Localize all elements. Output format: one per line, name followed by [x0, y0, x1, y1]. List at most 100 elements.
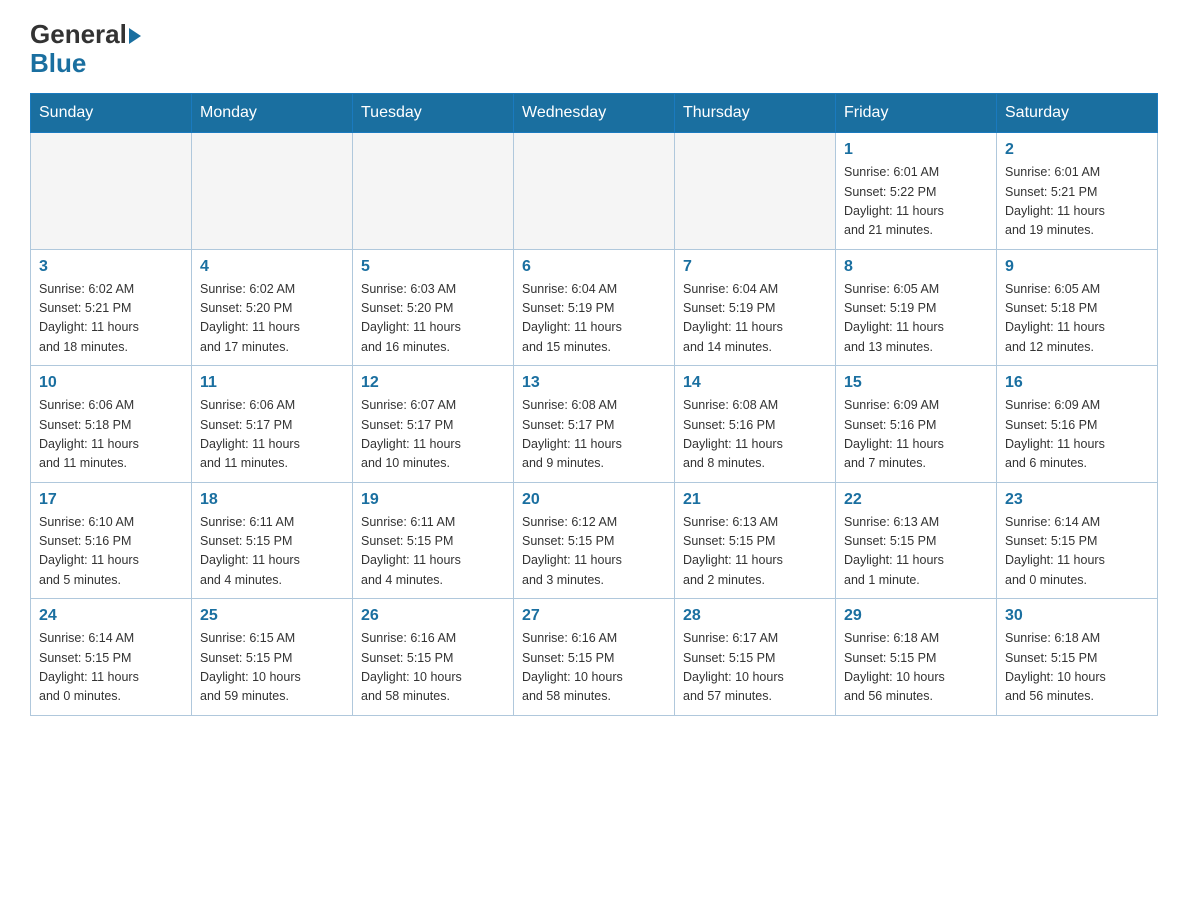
col-header-sunday: Sunday	[31, 94, 192, 133]
logo-blue: Blue	[30, 49, 141, 78]
day-info: Sunrise: 6:05 AMSunset: 5:19 PMDaylight:…	[844, 280, 988, 358]
day-info: Sunrise: 6:04 AMSunset: 5:19 PMDaylight:…	[683, 280, 827, 358]
day-info: Sunrise: 6:01 AMSunset: 5:22 PMDaylight:…	[844, 163, 988, 241]
week-row-1: 1 Sunrise: 6:01 AMSunset: 5:22 PMDaylight…	[31, 133, 1158, 250]
day-number: 9	[1005, 258, 1149, 276]
calendar-cell: 27 Sunrise: 6:16 AMSunset: 5:15 PMDayligh…	[514, 599, 675, 716]
day-info: Sunrise: 6:05 AMSunset: 5:18 PMDaylight:…	[1005, 280, 1149, 358]
day-info: Sunrise: 6:09 AMSunset: 5:16 PMDaylight:…	[1005, 396, 1149, 474]
calendar-cell: 5 Sunrise: 6:03 AMSunset: 5:20 PMDaylight…	[353, 249, 514, 366]
calendar-cell: 29 Sunrise: 6:18 AMSunset: 5:15 PMDayligh…	[836, 599, 997, 716]
day-info: Sunrise: 6:13 AMSunset: 5:15 PMDaylight:…	[844, 513, 988, 591]
calendar-cell	[514, 133, 675, 250]
calendar-cell: 19 Sunrise: 6:11 AMSunset: 5:15 PMDayligh…	[353, 482, 514, 599]
day-number: 30	[1005, 607, 1149, 625]
logo-arrow-icon	[129, 28, 141, 44]
day-info: Sunrise: 6:17 AMSunset: 5:15 PMDaylight:…	[683, 629, 827, 707]
calendar-cell: 12Sunrise: 6:07 AMSunset: 5:17 PMDayligh…	[353, 366, 514, 483]
calendar-cell: 14 Sunrise: 6:08 AMSunset: 5:16 PMDayligh…	[675, 366, 836, 483]
day-info: Sunrise: 6:07 AMSunset: 5:17 PMDaylight:…	[361, 396, 505, 474]
day-info: Sunrise: 6:11 AMSunset: 5:15 PMDaylight:…	[200, 513, 344, 591]
week-row-4: 17Sunrise: 6:10 AMSunset: 5:16 PMDayligh…	[31, 482, 1158, 599]
calendar-table: SundayMondayTuesdayWednesdayThursdayFrid…	[30, 93, 1158, 716]
calendar-cell: 20 Sunrise: 6:12 AMSunset: 5:15 PMDayligh…	[514, 482, 675, 599]
day-info: Sunrise: 6:11 AMSunset: 5:15 PMDaylight:…	[361, 513, 505, 591]
calendar-cell	[192, 133, 353, 250]
day-number: 27	[522, 607, 666, 625]
day-info: Sunrise: 6:12 AMSunset: 5:15 PMDaylight:…	[522, 513, 666, 591]
calendar-cell: 13 Sunrise: 6:08 AMSunset: 5:17 PMDayligh…	[514, 366, 675, 483]
calendar-cell	[675, 133, 836, 250]
col-header-tuesday: Tuesday	[353, 94, 514, 133]
day-number: 3	[39, 258, 183, 276]
day-number: 24	[39, 607, 183, 625]
day-info: Sunrise: 6:06 AMSunset: 5:18 PMDaylight:…	[39, 396, 183, 474]
calendar-cell: 8 Sunrise: 6:05 AMSunset: 5:19 PMDaylight…	[836, 249, 997, 366]
col-header-wednesday: Wednesday	[514, 94, 675, 133]
day-info: Sunrise: 6:16 AMSunset: 5:15 PMDaylight:…	[361, 629, 505, 707]
page-header: G eneral Blue	[30, 20, 1158, 77]
calendar-cell: 6 Sunrise: 6:04 AMSunset: 5:19 PMDaylight…	[514, 249, 675, 366]
day-number: 21	[683, 491, 827, 509]
col-header-saturday: Saturday	[997, 94, 1158, 133]
day-number: 22	[844, 491, 988, 509]
day-number: 8	[844, 258, 988, 276]
day-number: 1	[844, 141, 988, 159]
day-info: Sunrise: 6:16 AMSunset: 5:15 PMDaylight:…	[522, 629, 666, 707]
week-row-3: 10 Sunrise: 6:06 AMSunset: 5:18 PMDayligh…	[31, 366, 1158, 483]
day-info: Sunrise: 6:18 AMSunset: 5:15 PMDaylight:…	[1005, 629, 1149, 707]
calendar-cell: 3 Sunrise: 6:02 AMSunset: 5:21 PMDaylight…	[31, 249, 192, 366]
calendar-cell: 30 Sunrise: 6:18 AMSunset: 5:15 PMDayligh…	[997, 599, 1158, 716]
calendar-cell: 21 Sunrise: 6:13 AMSunset: 5:15 PMDayligh…	[675, 482, 836, 599]
calendar-cell: 26 Sunrise: 6:16 AMSunset: 5:15 PMDayligh…	[353, 599, 514, 716]
calendar-header-row: SundayMondayTuesdayWednesdayThursdayFrid…	[31, 94, 1158, 133]
calendar-cell: 17Sunrise: 6:10 AMSunset: 5:16 PMDayligh…	[31, 482, 192, 599]
day-number: 2	[1005, 141, 1149, 159]
col-header-thursday: Thursday	[675, 94, 836, 133]
day-info: Sunrise: 6:06 AMSunset: 5:17 PMDaylight:…	[200, 396, 344, 474]
day-info: Sunrise: 6:13 AMSunset: 5:15 PMDaylight:…	[683, 513, 827, 591]
day-number: 23	[1005, 491, 1149, 509]
calendar-cell: 24 Sunrise: 6:14 AMSunset: 5:15 PMDayligh…	[31, 599, 192, 716]
day-info: Sunrise: 6:10 AMSunset: 5:16 PMDaylight:…	[39, 513, 183, 591]
calendar-cell: 2 Sunrise: 6:01 AMSunset: 5:21 PMDaylight…	[997, 133, 1158, 250]
calendar-cell	[31, 133, 192, 250]
week-row-5: 24 Sunrise: 6:14 AMSunset: 5:15 PMDayligh…	[31, 599, 1158, 716]
day-info: Sunrise: 6:03 AMSunset: 5:20 PMDaylight:…	[361, 280, 505, 358]
day-info: Sunrise: 6:08 AMSunset: 5:16 PMDaylight:…	[683, 396, 827, 474]
day-info: Sunrise: 6:15 AMSunset: 5:15 PMDaylight:…	[200, 629, 344, 707]
day-number: 4	[200, 258, 344, 276]
day-number: 10	[39, 374, 183, 392]
day-number: 29	[844, 607, 988, 625]
day-info: Sunrise: 6:04 AMSunset: 5:19 PMDaylight:…	[522, 280, 666, 358]
calendar-cell: 1 Sunrise: 6:01 AMSunset: 5:22 PMDaylight…	[836, 133, 997, 250]
calendar-cell: 25Sunrise: 6:15 AMSunset: 5:15 PMDayligh…	[192, 599, 353, 716]
day-number: 7	[683, 258, 827, 276]
day-number: 14	[683, 374, 827, 392]
day-info: Sunrise: 6:01 AMSunset: 5:21 PMDaylight:…	[1005, 163, 1149, 241]
day-number: 6	[522, 258, 666, 276]
day-info: Sunrise: 6:02 AMSunset: 5:20 PMDaylight:…	[200, 280, 344, 358]
calendar-cell: 22 Sunrise: 6:13 AMSunset: 5:15 PMDayligh…	[836, 482, 997, 599]
day-number: 5	[361, 258, 505, 276]
day-number: 19	[361, 491, 505, 509]
calendar-cell: 4 Sunrise: 6:02 AMSunset: 5:20 PMDaylight…	[192, 249, 353, 366]
logo-g: G	[30, 20, 50, 49]
day-number: 16	[1005, 374, 1149, 392]
day-info: Sunrise: 6:18 AMSunset: 5:15 PMDaylight:…	[844, 629, 988, 707]
calendar-cell: 10 Sunrise: 6:06 AMSunset: 5:18 PMDayligh…	[31, 366, 192, 483]
day-number: 13	[522, 374, 666, 392]
day-number: 11	[200, 374, 344, 392]
calendar-cell: 23 Sunrise: 6:14 AMSunset: 5:15 PMDayligh…	[997, 482, 1158, 599]
col-header-monday: Monday	[192, 94, 353, 133]
day-number: 26	[361, 607, 505, 625]
calendar-cell: 28 Sunrise: 6:17 AMSunset: 5:15 PMDayligh…	[675, 599, 836, 716]
day-number: 20	[522, 491, 666, 509]
logo: G eneral Blue	[30, 20, 141, 77]
day-info: Sunrise: 6:14 AMSunset: 5:15 PMDaylight:…	[1005, 513, 1149, 591]
day-info: Sunrise: 6:02 AMSunset: 5:21 PMDaylight:…	[39, 280, 183, 358]
calendar-cell: 16 Sunrise: 6:09 AMSunset: 5:16 PMDayligh…	[997, 366, 1158, 483]
day-info: Sunrise: 6:08 AMSunset: 5:17 PMDaylight:…	[522, 396, 666, 474]
day-number: 28	[683, 607, 827, 625]
day-info: Sunrise: 6:14 AMSunset: 5:15 PMDaylight:…	[39, 629, 183, 707]
